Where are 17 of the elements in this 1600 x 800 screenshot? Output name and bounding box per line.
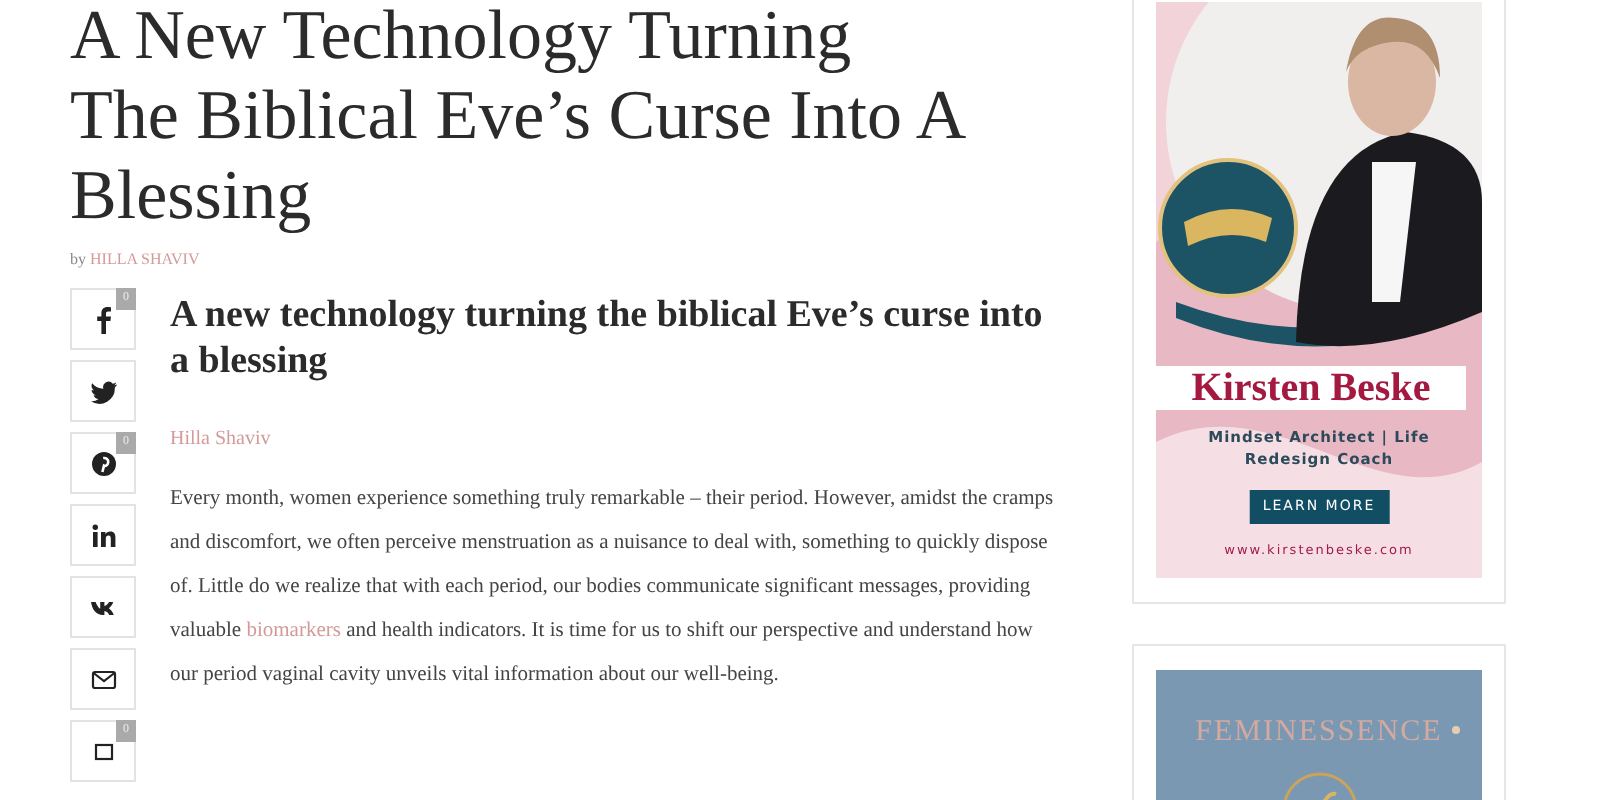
article-title: A New Technology Turning The Biblical Eve’s Curse Into A Blessing: [70, 0, 969, 236]
twitter-icon: [89, 377, 117, 405]
biomarkers-link[interactable]: biomarkers: [246, 620, 341, 642]
byline: by HILLA SHAVIV: [70, 248, 202, 272]
article-paragraph: Every month, women experience something truly remarkable – their period. However, amidst the cramps and discomfort, we often perceive menstruation as a nuisance to deal with, something to quickly dispose of. Little do we realize that with each period, our bodies communicate significant messages, providing valuable biomarkers and health indicators. It is time for us to shift our perspective and understand how our period vaginal cavity unveils vital information about our well-being.: [170, 486, 1056, 690]
share-button[interactable]: [70, 576, 136, 638]
ad-title: Kirsten Beske: [1156, 366, 1466, 410]
share-button[interactable]: [70, 360, 136, 422]
email-icon: [89, 665, 117, 693]
share-button[interactable]: [70, 504, 136, 566]
author-link[interactable]: HILLA SHAVIV: [90, 250, 200, 268]
article-subtitle: A new technology turning the biblical Eve’s curse into a blessing: [170, 292, 1045, 384]
brand-name: FEMINESSENCE: [1193, 714, 1445, 752]
linkedin-icon: [89, 521, 117, 549]
author-link[interactable]: Hilla Shaviv: [170, 424, 271, 454]
pinterest-icon: [89, 449, 117, 477]
share-button[interactable]: [70, 648, 136, 710]
